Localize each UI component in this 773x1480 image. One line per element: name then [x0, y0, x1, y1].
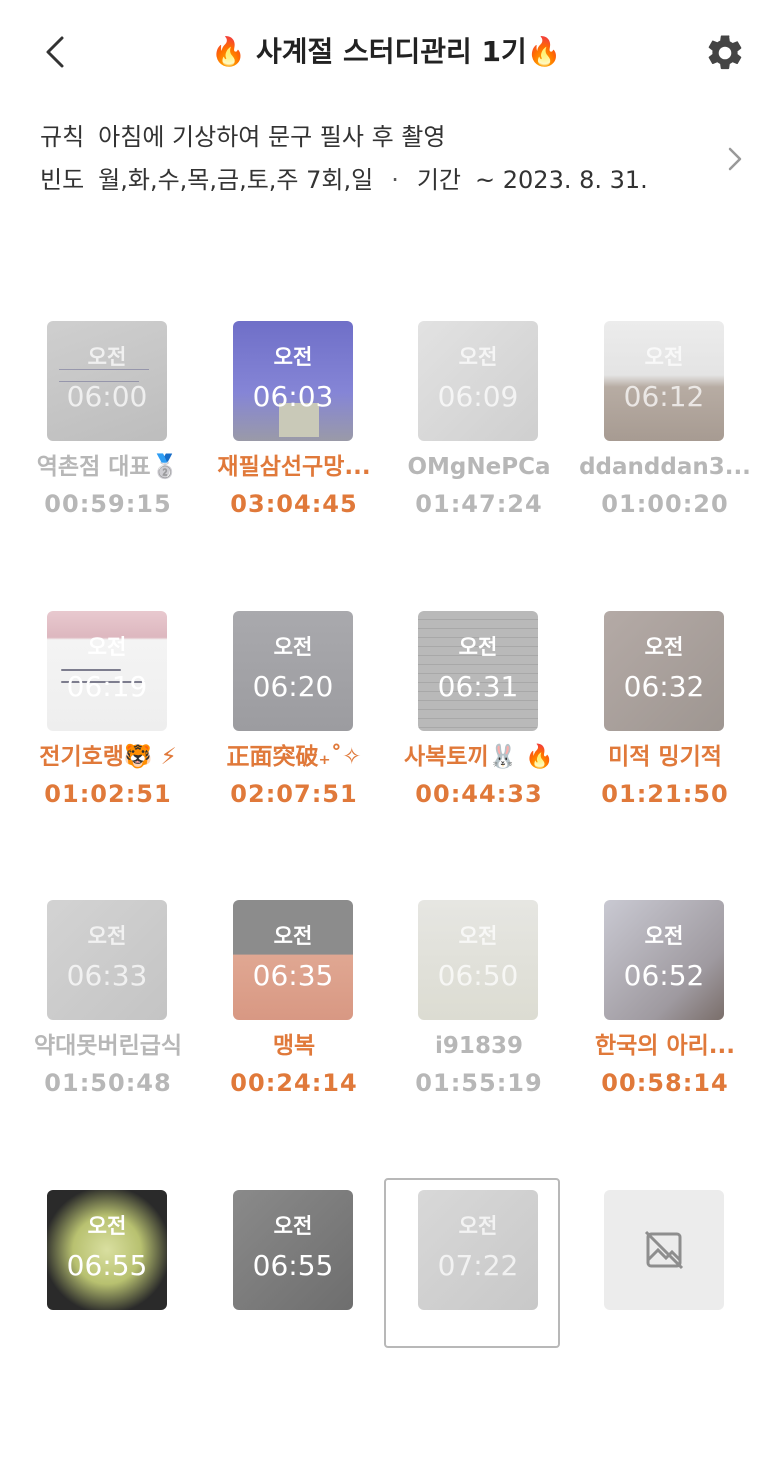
photo-time: 06:19 [66, 670, 148, 703]
photo-ampm: 오전 [87, 924, 127, 948]
member-duration: 01:02:51 [44, 780, 172, 808]
photo-time: 06:09 [437, 380, 519, 413]
member-duration: 01:47:24 [415, 490, 543, 518]
member-card[interactable]: 오전 06:03 재필삼선구망... 03:04:45 [201, 321, 387, 611]
member-duration: 01:50:48 [44, 1069, 172, 1097]
member-duration: 00:44:33 [415, 780, 543, 808]
member-card[interactable]: 오전 06:00 역촌점 대표🥈 00:59:15 [15, 321, 201, 611]
member-card[interactable]: 오전 06:33 약대못버린급식 01:50:48 [15, 900, 201, 1190]
photo-thumbnail: 오전 06:33 [47, 900, 167, 1020]
photo-time: 06:00 [66, 380, 148, 413]
photo-thumbnail: 오전 06:12 [604, 321, 724, 441]
photo-thumbnail: 오전 06:03 [233, 321, 353, 441]
member-duration: 01:21:50 [601, 780, 729, 808]
photo-ampm: 오전 [273, 635, 313, 659]
photo-ampm: 오전 [644, 924, 684, 948]
member-duration: 03:04:45 [230, 490, 358, 518]
photo-time: 06:20 [252, 670, 334, 703]
members-grid: 오전 06:00 역촌점 대표🥈 00:59:15 오전 06:03 재필삼선구… [0, 0, 773, 1348]
member-name: 미적 밍기적 [608, 744, 722, 770]
member-name: ddanddan3... [579, 454, 751, 480]
photo-thumbnail: 오전 06:55 [47, 1190, 167, 1310]
member-name: i91839 [435, 1033, 523, 1059]
photo-thumbnail: 오전 06:52 [604, 900, 724, 1020]
member-card[interactable]: 오전 06:32 미적 밍기적 01:21:50 [572, 611, 758, 901]
photo-thumbnail: 오전 06:09 [418, 321, 538, 441]
photo-time: 06:52 [623, 959, 705, 992]
member-duration: 00:59:15 [44, 490, 172, 518]
photo-thumbnail: 오전 06:32 [604, 611, 724, 731]
photo-time: 06:55 [252, 1249, 334, 1282]
image-off-icon [644, 1230, 684, 1270]
member-name: OMgNePCa [407, 454, 551, 480]
member-card[interactable]: 오전 06:50 i91839 01:55:19 [386, 900, 572, 1190]
member-card[interactable]: 오전 06:52 한국의 아리... 00:58:14 [572, 900, 758, 1190]
member-card[interactable]: 오전 06:55 [201, 1190, 387, 1480]
photo-ampm: 오전 [87, 345, 127, 369]
photo-time: 06:33 [66, 959, 148, 992]
member-name: 전기호랭🐯 ⚡ [39, 744, 177, 770]
photo-thumbnail: 오전 06:35 [233, 900, 353, 1020]
photo-ampm: 오전 [273, 924, 313, 948]
member-duration: 00:24:14 [230, 1069, 358, 1097]
photo-time: 06:03 [252, 380, 334, 413]
member-duration: 00:58:14 [601, 1069, 729, 1097]
photo-time: 06:12 [623, 380, 705, 413]
member-card[interactable]: 오전 06:55 [15, 1190, 201, 1480]
member-card[interactable]: 오전 06:35 맹복 00:24:14 [201, 900, 387, 1190]
photo-placeholder [604, 1190, 724, 1310]
photo-ampm: 오전 [87, 635, 127, 659]
photo-thumbnail: 오전 06:20 [233, 611, 353, 731]
member-duration: 01:55:19 [415, 1069, 543, 1097]
photo-ampm: 오전 [458, 635, 498, 659]
member-name: 한국의 아리... [594, 1033, 736, 1059]
photo-ampm: 오전 [644, 635, 684, 659]
photo-ampm: 오전 [458, 345, 498, 369]
photo-ampm: 오전 [273, 345, 313, 369]
member-card[interactable]: 오전 06:12 ddanddan3... 01:00:20 [572, 321, 758, 611]
member-name: 사복토끼🐰 🔥 [404, 744, 554, 770]
member-name: 역촌점 대표🥈 [36, 454, 180, 480]
member-name: 正面突破₊˚✧ [226, 744, 362, 770]
photo-time: 06:50 [437, 959, 519, 992]
photo-ampm: 오전 [273, 1214, 313, 1238]
photo-thumbnail: 오전 06:50 [418, 900, 538, 1020]
photo-thumbnail: 오전 06:19 [47, 611, 167, 731]
photo-time: 06:32 [623, 670, 705, 703]
photo-thumbnail: 오전 06:55 [233, 1190, 353, 1310]
member-card[interactable]: 오전 06:09 OMgNePCa 01:47:24 [386, 321, 572, 611]
member-card[interactable]: 오전 06:20 正面突破₊˚✧ 02:07:51 [201, 611, 387, 901]
photo-thumbnail: 오전 06:31 [418, 611, 538, 731]
photo-ampm: 오전 [644, 345, 684, 369]
member-card[interactable]: 오전 06:19 전기호랭🐯 ⚡ 01:02:51 [15, 611, 201, 901]
photo-time: 06:35 [252, 959, 334, 992]
member-card[interactable] [572, 1190, 758, 1480]
photo-thumbnail: 오전 07:22 [418, 1190, 538, 1310]
member-name: 재필삼선구망... [217, 454, 371, 480]
member-duration: 01:00:20 [601, 490, 729, 518]
photo-ampm: 오전 [87, 1214, 127, 1238]
member-duration: 02:07:51 [230, 780, 358, 808]
member-card[interactable]: 오전 06:31 사복토끼🐰 🔥 00:44:33 [386, 611, 572, 901]
photo-thumbnail: 오전 06:00 [47, 321, 167, 441]
photo-ampm: 오전 [458, 924, 498, 948]
member-name: 맹복 [272, 1033, 316, 1059]
photo-time: 07:22 [437, 1249, 519, 1282]
photo-time: 06:31 [437, 670, 519, 703]
member-name: 약대못버린급식 [33, 1033, 183, 1059]
photo-time: 06:55 [66, 1249, 148, 1282]
photo-ampm: 오전 [458, 1214, 498, 1238]
member-card-selected[interactable]: 오전 07:22 [384, 1178, 572, 1480]
